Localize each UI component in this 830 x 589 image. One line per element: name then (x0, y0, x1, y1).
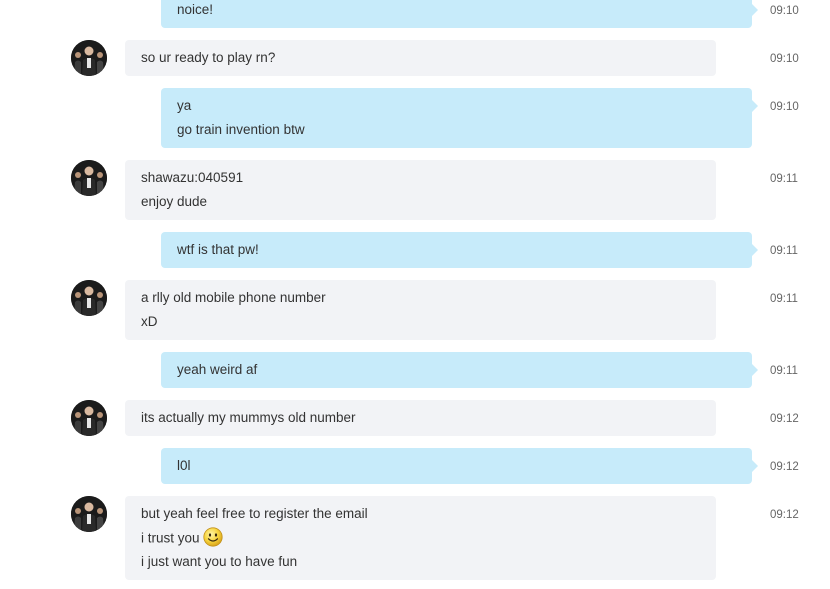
message-timestamp: 09:11 (770, 173, 798, 185)
message-text: a rlly old mobile phone number (141, 290, 326, 305)
message-timestamp: 09:10 (770, 5, 799, 17)
message-bubble-incoming[interactable]: shawazu:040591 enjoy dude (125, 160, 716, 220)
message-bubble-incoming[interactable]: its actually my mummys old number (125, 400, 716, 436)
message-bubble-outgoing[interactable]: yeah weird af (161, 352, 758, 388)
message-timestamp: 09:12 (770, 461, 799, 473)
bubble-tail (752, 100, 758, 112)
message-timestamp: 09:12 (770, 509, 799, 521)
bubble-tail (752, 244, 758, 256)
message-text: i just want you to have fun (141, 554, 298, 569)
message-text: yeah weird af (177, 362, 258, 377)
bubble-tail (752, 4, 758, 16)
message-text: shawazu:040591 (141, 170, 244, 185)
message-text: but yeah feel free to register the email (141, 506, 368, 521)
contact-avatar-icon[interactable] (71, 280, 107, 316)
message-timestamp: 09:12 (770, 413, 799, 425)
contact-avatar-icon[interactable] (71, 496, 107, 532)
message-text: wtf is that pw! (177, 242, 259, 257)
message-bubble-outgoing[interactable]: wtf is that pw! (161, 232, 758, 268)
message-text: so ur ready to play rn? (141, 50, 276, 65)
message-text: ya (177, 98, 192, 113)
bubble-tail (752, 460, 758, 472)
message-text: l0l (177, 458, 191, 473)
message-text: i trust you (141, 530, 200, 546)
message-bubble-outgoing[interactable]: noice! (161, 0, 758, 28)
message-text: noice! (177, 2, 214, 17)
contact-avatar-icon[interactable] (71, 40, 107, 76)
message-timestamp: 09:11 (770, 365, 798, 377)
message-text: go train invention btw (177, 122, 305, 137)
message-bubble-outgoing[interactable]: l0l (161, 448, 758, 484)
message-bubble-incoming[interactable]: so ur ready to play rn? (125, 40, 716, 76)
message-bubble-outgoing[interactable]: ya go train invention btw (161, 88, 758, 148)
message-timestamp: 09:10 (770, 53, 799, 65)
message-timestamp: 09:10 (770, 101, 799, 113)
message-timestamp: 09:11 (770, 293, 798, 305)
message-text-with-emoji: i trust you (141, 527, 223, 549)
chat-conversation: noice! 09:10 so ur ready to play rn? 09:… (0, 0, 830, 589)
message-text: enjoy dude (141, 194, 208, 209)
message-timestamp: 09:11 (770, 245, 798, 257)
contact-avatar-icon[interactable] (71, 400, 107, 436)
message-text: xD (141, 314, 158, 329)
message-text: its actually my mummys old number (141, 410, 356, 425)
contact-avatar-icon[interactable] (71, 160, 107, 196)
bubble-tail (752, 364, 758, 376)
message-bubble-incoming[interactable]: but yeah feel free to register the email… (125, 496, 716, 580)
smiley-emoji-icon (202, 527, 223, 547)
message-bubble-incoming[interactable]: a rlly old mobile phone number xD (125, 280, 716, 340)
